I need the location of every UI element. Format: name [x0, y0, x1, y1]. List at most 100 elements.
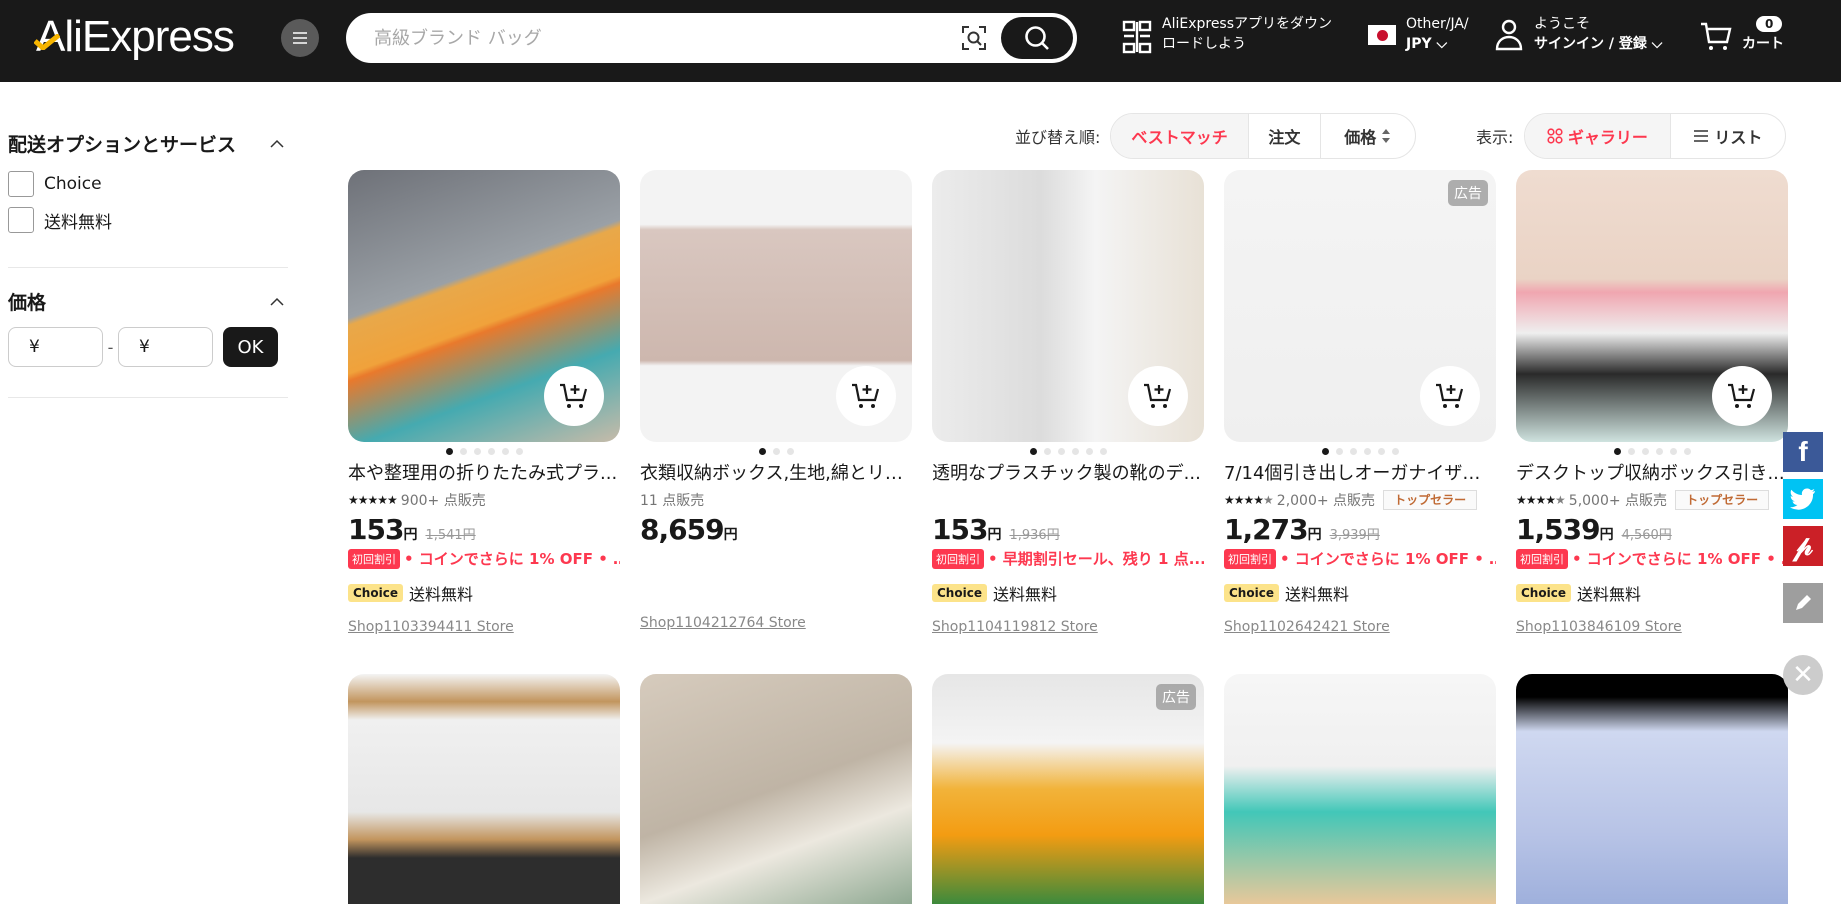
product-card[interactable]	[348, 674, 620, 904]
product-image[interactable]: 広告	[932, 674, 1204, 904]
product-title[interactable]: 透明なプラスチック製の靴のデ...	[932, 462, 1204, 486]
product-image[interactable]	[348, 170, 620, 442]
sort-options: ベストマッチ 注文 価格	[1110, 113, 1416, 159]
filter-free-shipping-checkbox[interactable]: 送料無料	[8, 207, 288, 233]
product-card[interactable]: デスクトップ収納ボックス引き... ★★★★★ 5,000+ 点販売 トップセラ…	[1516, 170, 1788, 635]
view-gallery[interactable]: ギャラリー	[1525, 114, 1670, 158]
product-title[interactable]: 本や整理用の折りたたみ式プラ...	[348, 462, 620, 486]
first-discount-tag: 初回割引	[932, 548, 984, 569]
product-meta: 11 点販売	[640, 489, 912, 511]
store-link[interactable]: Shop1103846109 Store	[1516, 619, 1788, 635]
shipping-filter-header[interactable]: 配送オプションとサービス	[8, 130, 288, 157]
carousel-dot[interactable]	[1391, 448, 1399, 455]
carousel-dot[interactable]	[1363, 448, 1371, 455]
carousel-dot[interactable]	[772, 448, 780, 455]
carousel-dot[interactable]	[473, 448, 481, 455]
store-link[interactable]: Shop1103394411 Store	[348, 619, 620, 635]
product-card[interactable]: 衣類収納ボックス,生地,綿とリネ... 11 点販売 8,659円 Shop11…	[640, 170, 912, 631]
store-link[interactable]: Shop1104212764 Store	[640, 615, 912, 631]
product-card[interactable]	[640, 674, 912, 904]
add-to-cart-button[interactable]	[836, 366, 896, 426]
carousel-dot[interactable]	[1335, 448, 1343, 455]
carousel-dot[interactable]	[501, 448, 509, 455]
checkbox[interactable]	[8, 171, 34, 197]
carousel-dot[interactable]	[459, 448, 467, 455]
share-facebook-button[interactable]: f	[1783, 432, 1823, 472]
carousel-dot[interactable]	[1029, 448, 1037, 455]
carousel-dot[interactable]	[1071, 448, 1079, 455]
product-card[interactable]: 広告 7/14個引き出しオーガナイザー... ★★★★★ 2,000+ 点販売 …	[1224, 170, 1496, 635]
carousel-dot[interactable]	[758, 448, 766, 455]
edit-button[interactable]	[1783, 583, 1823, 623]
share-twitter-button[interactable]	[1783, 479, 1823, 519]
product-image[interactable]	[932, 170, 1204, 442]
current-price: 153	[932, 513, 988, 546]
carousel-dot[interactable]	[1655, 448, 1663, 455]
carousel-dot[interactable]	[515, 448, 523, 455]
product-card[interactable]: 広告	[932, 674, 1204, 904]
store-link[interactable]: Shop1104119812 Store	[932, 619, 1204, 635]
add-to-cart-button[interactable]	[1712, 366, 1772, 426]
image-search-icon[interactable]	[959, 23, 989, 53]
close-share-button[interactable]: ✕	[1783, 655, 1823, 695]
price-ok-button[interactable]: OK	[223, 327, 278, 367]
carousel-dot[interactable]	[1085, 448, 1093, 455]
product-image[interactable]	[1224, 674, 1496, 904]
carousel-dot[interactable]	[487, 448, 495, 455]
carousel-dot[interactable]	[1377, 448, 1385, 455]
sort-orders[interactable]: 注文	[1248, 114, 1320, 158]
carousel-dot[interactable]	[1613, 448, 1621, 455]
product-title[interactable]: 衣類収納ボックス,生地,綿とリネ...	[640, 462, 912, 486]
current-price: 1,273	[1224, 513, 1309, 546]
sort-best-match[interactable]: ベストマッチ	[1111, 114, 1249, 158]
product-image[interactable]	[640, 674, 912, 904]
store-link[interactable]: Shop1102642421 Store	[1224, 619, 1496, 635]
sold-count: 2,000+ 点販売	[1276, 493, 1376, 509]
logo-check-icon	[34, 34, 60, 50]
carousel-dot[interactable]	[1669, 448, 1677, 455]
carousel-dot[interactable]	[1321, 448, 1329, 455]
product-title[interactable]: デスクトップ収納ボックス引き...	[1516, 462, 1788, 486]
price-max-input[interactable]: ¥	[118, 327, 213, 367]
carousel-dot[interactable]	[1641, 448, 1649, 455]
language-currency-selector[interactable]: Other/JA/ JPY ⌵	[1368, 14, 1469, 54]
add-to-cart-button[interactable]	[1420, 366, 1480, 426]
filter-choice-checkbox[interactable]: Choice	[8, 171, 288, 197]
checkbox[interactable]	[8, 207, 34, 233]
carousel-dot[interactable]	[786, 448, 794, 455]
product-image[interactable]	[1516, 674, 1788, 904]
aliexpress-logo[interactable]: AliExpress	[34, 12, 235, 62]
add-to-cart-button[interactable]	[1128, 366, 1188, 426]
view-list[interactable]: リスト	[1669, 114, 1785, 158]
add-to-cart-button[interactable]	[544, 366, 604, 426]
carousel-dot[interactable]	[1043, 448, 1051, 455]
product-image[interactable]	[1516, 170, 1788, 442]
search-button[interactable]	[1001, 17, 1073, 59]
category-menu-button[interactable]	[281, 19, 319, 57]
account-menu[interactable]: ようこそ サインイン / 登録 ⌵	[1494, 14, 1662, 54]
search-bar	[346, 13, 1077, 63]
rating-stars: ★★★★★	[348, 493, 398, 507]
carousel-dot[interactable]	[1349, 448, 1357, 455]
product-title[interactable]: 7/14個引き出しオーガナイザー...	[1224, 462, 1496, 486]
product-image[interactable]	[640, 170, 912, 442]
carousel-dot[interactable]	[1099, 448, 1107, 455]
cart-link[interactable]: 0 カート	[1700, 14, 1784, 54]
carousel-dot[interactable]	[1627, 448, 1635, 455]
product-image[interactable]	[348, 674, 620, 904]
price-filter-header[interactable]: 価格	[8, 288, 288, 315]
product-card[interactable]: 透明なプラスチック製の靴のデ... 153円 1,936円 初回割引 • 早期割引…	[932, 170, 1204, 635]
app-download-link[interactable]: AliExpressアプリをダウン ロードしよう	[1122, 14, 1332, 54]
product-card[interactable]	[1516, 674, 1788, 904]
carousel-dot[interactable]	[1057, 448, 1065, 455]
carousel-dot[interactable]	[445, 448, 453, 455]
price-min-input[interactable]: ¥	[8, 327, 103, 367]
search-input[interactable]	[374, 13, 974, 63]
product-card[interactable]: 本や整理用の折りたたみ式プラ... ★★★★★ 900+ 点販売 153円 1,…	[348, 170, 620, 635]
product-image[interactable]: 広告	[1224, 170, 1496, 442]
currency: 円	[987, 527, 1002, 543]
share-pinterest-button[interactable]: 𝓅	[1783, 526, 1823, 566]
sort-price[interactable]: 価格	[1319, 114, 1415, 158]
carousel-dot[interactable]	[1683, 448, 1691, 455]
product-card[interactable]	[1224, 674, 1496, 904]
